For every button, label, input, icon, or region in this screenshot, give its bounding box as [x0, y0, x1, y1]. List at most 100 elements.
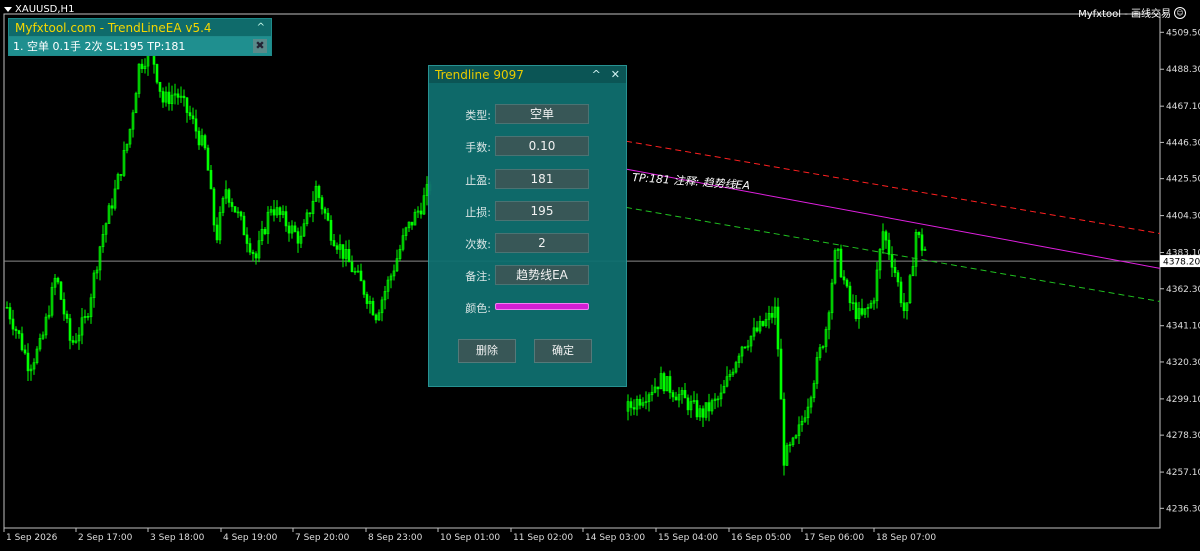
candle-body — [920, 234, 924, 251]
candle-body — [695, 400, 699, 418]
candle-body — [332, 240, 336, 246]
candle-body — [203, 135, 207, 149]
candle-body — [194, 118, 198, 132]
candle-body — [110, 205, 114, 209]
candle-body — [14, 328, 18, 331]
candle-body — [23, 349, 27, 354]
candle-body — [854, 302, 858, 319]
candle-body — [374, 314, 378, 321]
field-lots-label: 手数: — [465, 141, 491, 154]
field-tp-input[interactable]: 181 — [495, 169, 589, 189]
field-count-input[interactable]: 2 — [495, 233, 589, 253]
field-type-label: 类型: — [465, 109, 491, 122]
candle-body — [317, 185, 321, 198]
candle-body — [230, 202, 234, 207]
candle-body — [683, 390, 687, 399]
candle-body — [860, 308, 864, 315]
field-lots-input[interactable]: 0.10 — [495, 136, 589, 156]
x-tick-label: 1 Sep 2026 — [6, 533, 58, 543]
candle-body — [326, 212, 330, 221]
candle-body — [56, 277, 60, 283]
candle-body — [347, 249, 351, 263]
candle-body — [191, 115, 195, 120]
x-tick-label: 14 Sep 03:00 — [585, 533, 645, 543]
candle-body — [632, 407, 636, 410]
candle-body — [638, 398, 642, 406]
y-tick-label: 4425.50 — [1166, 175, 1200, 185]
candle-body — [68, 318, 72, 341]
field-note-input[interactable]: 趋势线EA — [495, 265, 589, 285]
candle-body — [782, 398, 786, 466]
candle-body — [839, 248, 843, 278]
candle-body — [158, 81, 162, 92]
candle-body — [917, 232, 921, 236]
candle-body — [350, 261, 354, 273]
candle-body — [890, 254, 894, 268]
field-sl-label: 止损: — [465, 206, 491, 219]
candle-body — [323, 208, 327, 214]
candle-body — [365, 294, 369, 304]
candle-body — [359, 270, 363, 282]
field-tp: 止盈: 181 — [429, 169, 626, 189]
candle-body — [656, 386, 660, 390]
x-tick-label: 3 Sep 18:00 — [150, 533, 205, 543]
current-price-label: 4378.20 — [1163, 258, 1200, 268]
candle-body — [902, 302, 906, 312]
candle-body — [206, 147, 210, 171]
candle-body — [371, 300, 375, 316]
dialog-header[interactable]: Trendline 9097 ^ ✕ — [429, 66, 626, 83]
candle-body — [209, 170, 213, 190]
candle-body — [119, 174, 123, 176]
candle-body — [779, 348, 783, 400]
ea-label-text: Myfxtool - 画线交易 — [1078, 9, 1171, 20]
y-tick-label: 4236.30 — [1166, 504, 1200, 514]
delete-order-icon[interactable]: ✖ — [253, 39, 267, 53]
field-type: 类型: 空单 — [429, 104, 626, 124]
y-tick-label: 4404.30 — [1166, 212, 1200, 222]
minimize-icon[interactable]: ^ — [592, 68, 601, 81]
ok-button[interactable]: 确定 — [534, 339, 592, 363]
ea-panel-header[interactable]: Myfxtool.com - TrendLineEA v5.4 ^ — [8, 18, 272, 37]
order-row[interactable]: 1. 空单 0.1手 2次 SL:195 TP:181 ✖ — [8, 37, 272, 56]
x-tick-label: 11 Sep 02:00 — [513, 533, 573, 543]
candle-body — [86, 316, 90, 318]
candle-body — [284, 211, 288, 227]
candle-body — [899, 281, 903, 304]
y-tick-label: 4467.10 — [1166, 102, 1200, 112]
y-tick-label: 4488.30 — [1166, 65, 1200, 75]
candle-body — [287, 225, 291, 234]
candle-body — [629, 401, 633, 408]
collapse-icon[interactable]: ^ — [257, 22, 265, 33]
dropdown-triangle-icon[interactable] — [4, 7, 12, 12]
candle-body — [197, 130, 201, 146]
candle-body — [278, 207, 282, 215]
ea-panel: Myfxtool.com - TrendLineEA v5.4 ^ 1. 空单 … — [8, 18, 272, 56]
candle-body — [707, 402, 711, 412]
delete-button[interactable]: 删除 — [458, 339, 516, 363]
candle-body — [662, 373, 666, 392]
candle-body — [674, 396, 678, 401]
symbol-label: XAUUSD,H1 — [4, 4, 74, 15]
candle-body — [335, 245, 339, 250]
candle-body — [248, 243, 252, 253]
candle-body — [776, 306, 780, 350]
x-tick-label: 10 Sep 01:00 — [440, 533, 500, 543]
candle-body — [296, 231, 300, 244]
field-count-label: 次数: — [465, 238, 491, 251]
candle-body — [668, 376, 672, 393]
candle-body — [419, 210, 423, 215]
candle-body — [884, 231, 888, 241]
close-icon[interactable]: ✕ — [611, 68, 620, 81]
candle-body — [701, 408, 705, 418]
field-count: 次数: 2 — [429, 233, 626, 253]
color-picker[interactable] — [495, 303, 589, 310]
field-sl-input[interactable]: 195 — [495, 201, 589, 221]
x-tick-label: 2 Sep 17:00 — [78, 533, 133, 543]
field-type-input[interactable]: 空单 — [495, 104, 589, 124]
candle-body — [65, 313, 69, 319]
smiley-icon: ☺ — [1174, 6, 1186, 19]
candle-body — [242, 215, 246, 236]
candle-body — [686, 397, 690, 411]
candle-body — [320, 197, 324, 210]
candle-body — [140, 63, 144, 70]
